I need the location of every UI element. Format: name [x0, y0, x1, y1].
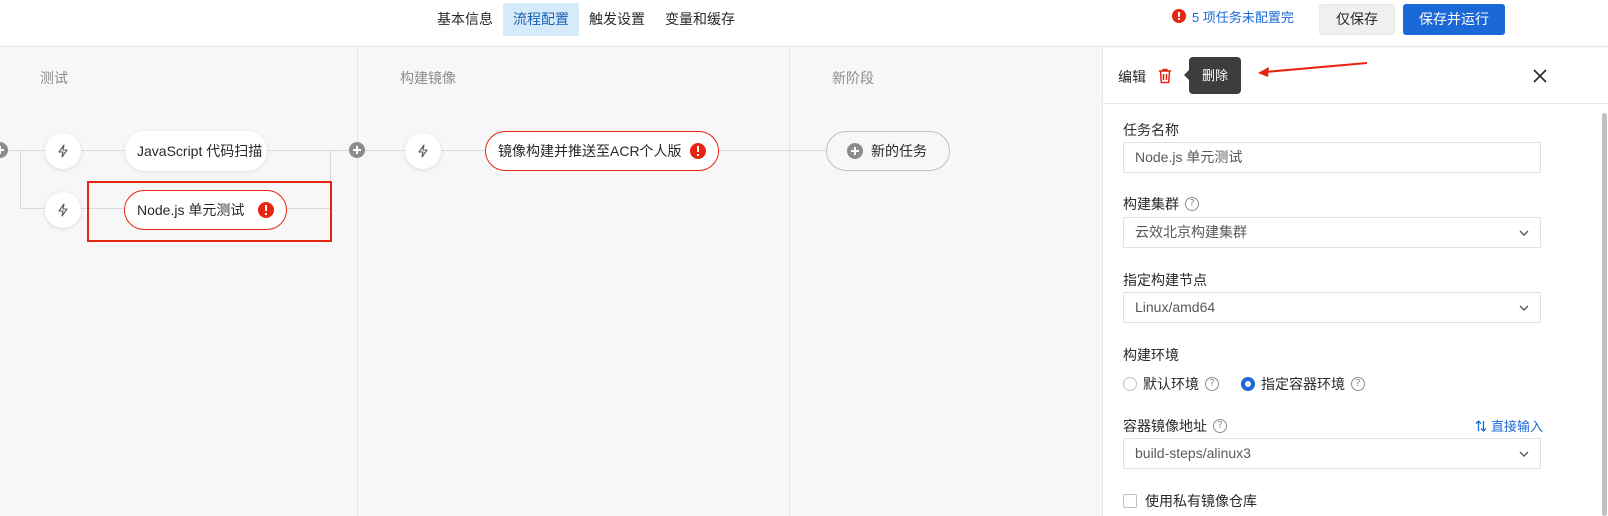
stage-title-test: 测试	[40, 70, 68, 86]
task-name-input[interactable]: Node.js 单元测试	[1123, 142, 1541, 173]
cluster-select[interactable]: 云效北京构建集群	[1123, 217, 1541, 248]
checkbox-box[interactable]	[1123, 494, 1137, 508]
new-task-label: 新的任务	[871, 143, 927, 159]
job-label: JavaScript 代码扫描	[137, 143, 263, 159]
label-text: 构建集群	[1123, 196, 1179, 212]
radio-label: 指定容器环境	[1261, 376, 1345, 392]
connector-line	[20, 150, 21, 208]
radio-label: 默认环境	[1143, 376, 1199, 392]
save-and-run-button[interactable]: 保存并运行	[1403, 4, 1505, 35]
tab-variables-cache[interactable]: 变量和缓存	[655, 3, 745, 36]
job-build-push-acr[interactable]: 镜像构建并推送至ACR个人版	[485, 131, 719, 171]
job-javascript-scan[interactable]: JavaScript 代码扫描	[125, 131, 267, 171]
stage-title-new-stage: 新阶段	[832, 70, 874, 86]
stage-title-build-image: 构建镜像	[400, 70, 456, 86]
chevron-down-icon	[1519, 230, 1529, 236]
tab-basic-info[interactable]: 基本信息	[427, 3, 503, 36]
link-label: 直接输入	[1490, 419, 1543, 434]
help-icon[interactable]: ?	[1213, 419, 1227, 433]
label-text: 构建环境	[1123, 347, 1179, 363]
delete-tooltip: 删除	[1184, 57, 1241, 94]
save-button[interactable]: 仅保存	[1319, 4, 1395, 35]
annotation-arrow	[1258, 62, 1368, 77]
error-icon	[1172, 9, 1186, 23]
help-icon[interactable]: ?	[1185, 197, 1199, 211]
chevron-down-icon	[1519, 451, 1529, 457]
plus-circle-icon	[847, 143, 863, 159]
direct-input-button[interactable]: 直接输入	[1475, 416, 1543, 435]
select-value: 云效北京构建集群	[1135, 224, 1247, 240]
select-value: Linux/amd64	[1135, 299, 1216, 315]
pipeline-canvas: 测试 构建镜像 新阶段 JavaScript 代码扫描 Node.js 单元测试…	[0, 48, 1102, 516]
stage-divider	[789, 48, 790, 516]
edit-panel: 编辑 删除 任务名称 Node.js 单元测试 构建集群 ? 云效北京构建集群 …	[1102, 48, 1608, 516]
trigger-bolt-icon[interactable]	[405, 133, 441, 169]
tab-pipeline-config[interactable]: 流程配置	[503, 3, 579, 36]
node-label: 指定构建节点	[1123, 270, 1207, 290]
panel-scrollbar[interactable]	[1602, 113, 1607, 516]
select-value: build-steps/alinux3	[1135, 445, 1251, 461]
private-repo-checkbox[interactable]: 使用私有镜像仓库	[1123, 491, 1257, 511]
highlight-box	[87, 181, 332, 242]
checkbox-label: 使用私有镜像仓库	[1145, 493, 1257, 509]
add-stage-icon[interactable]	[349, 142, 365, 158]
label-text: 容器镜像地址	[1123, 418, 1207, 434]
unconfigured-tasks-warning[interactable]: 5 项任务未配置完	[1172, 7, 1294, 25]
stage-divider	[357, 48, 358, 516]
radio-circle[interactable]	[1241, 377, 1255, 391]
trigger-bolt-icon[interactable]	[45, 133, 81, 169]
warning-text: 5 项任务未配置完	[1192, 9, 1294, 25]
new-task-button[interactable]: 新的任务	[826, 131, 950, 171]
top-header: 基本信息 流程配置 触发设置 变量和缓存 5 项任务未配置完 仅保存 保存并运行	[0, 0, 1608, 47]
cluster-label: 构建集群 ?	[1123, 194, 1199, 214]
radio-container-env[interactable]: 指定容器环境 ?	[1241, 374, 1365, 394]
add-parallel-icon[interactable]	[0, 142, 8, 158]
error-icon	[690, 143, 706, 159]
node-select[interactable]: Linux/amd64	[1123, 292, 1541, 323]
job-label: 镜像构建并推送至ACR个人版	[498, 143, 682, 159]
swap-icon	[1475, 419, 1487, 432]
config-tabs: 基本信息 流程配置 触发设置 变量和缓存	[427, 3, 745, 36]
image-select[interactable]: build-steps/alinux3	[1123, 438, 1541, 469]
image-label: 容器镜像地址 ?	[1123, 416, 1227, 436]
tab-trigger-settings[interactable]: 触发设置	[579, 3, 655, 36]
task-name-label: 任务名称	[1123, 120, 1179, 140]
env-label: 构建环境	[1123, 345, 1179, 365]
help-icon[interactable]: ?	[1351, 377, 1365, 391]
radio-default-env[interactable]: 默认环境 ?	[1123, 374, 1219, 394]
trigger-bolt-icon[interactable]	[45, 192, 81, 228]
close-icon[interactable]	[1530, 66, 1550, 86]
panel-title: 编辑	[1118, 69, 1146, 85]
label-text: 任务名称	[1123, 122, 1179, 138]
label-text: 指定构建节点	[1123, 272, 1207, 288]
help-icon[interactable]: ?	[1205, 377, 1219, 391]
trash-icon[interactable]	[1156, 67, 1174, 85]
radio-circle[interactable]	[1123, 377, 1137, 391]
chevron-down-icon	[1519, 305, 1529, 311]
